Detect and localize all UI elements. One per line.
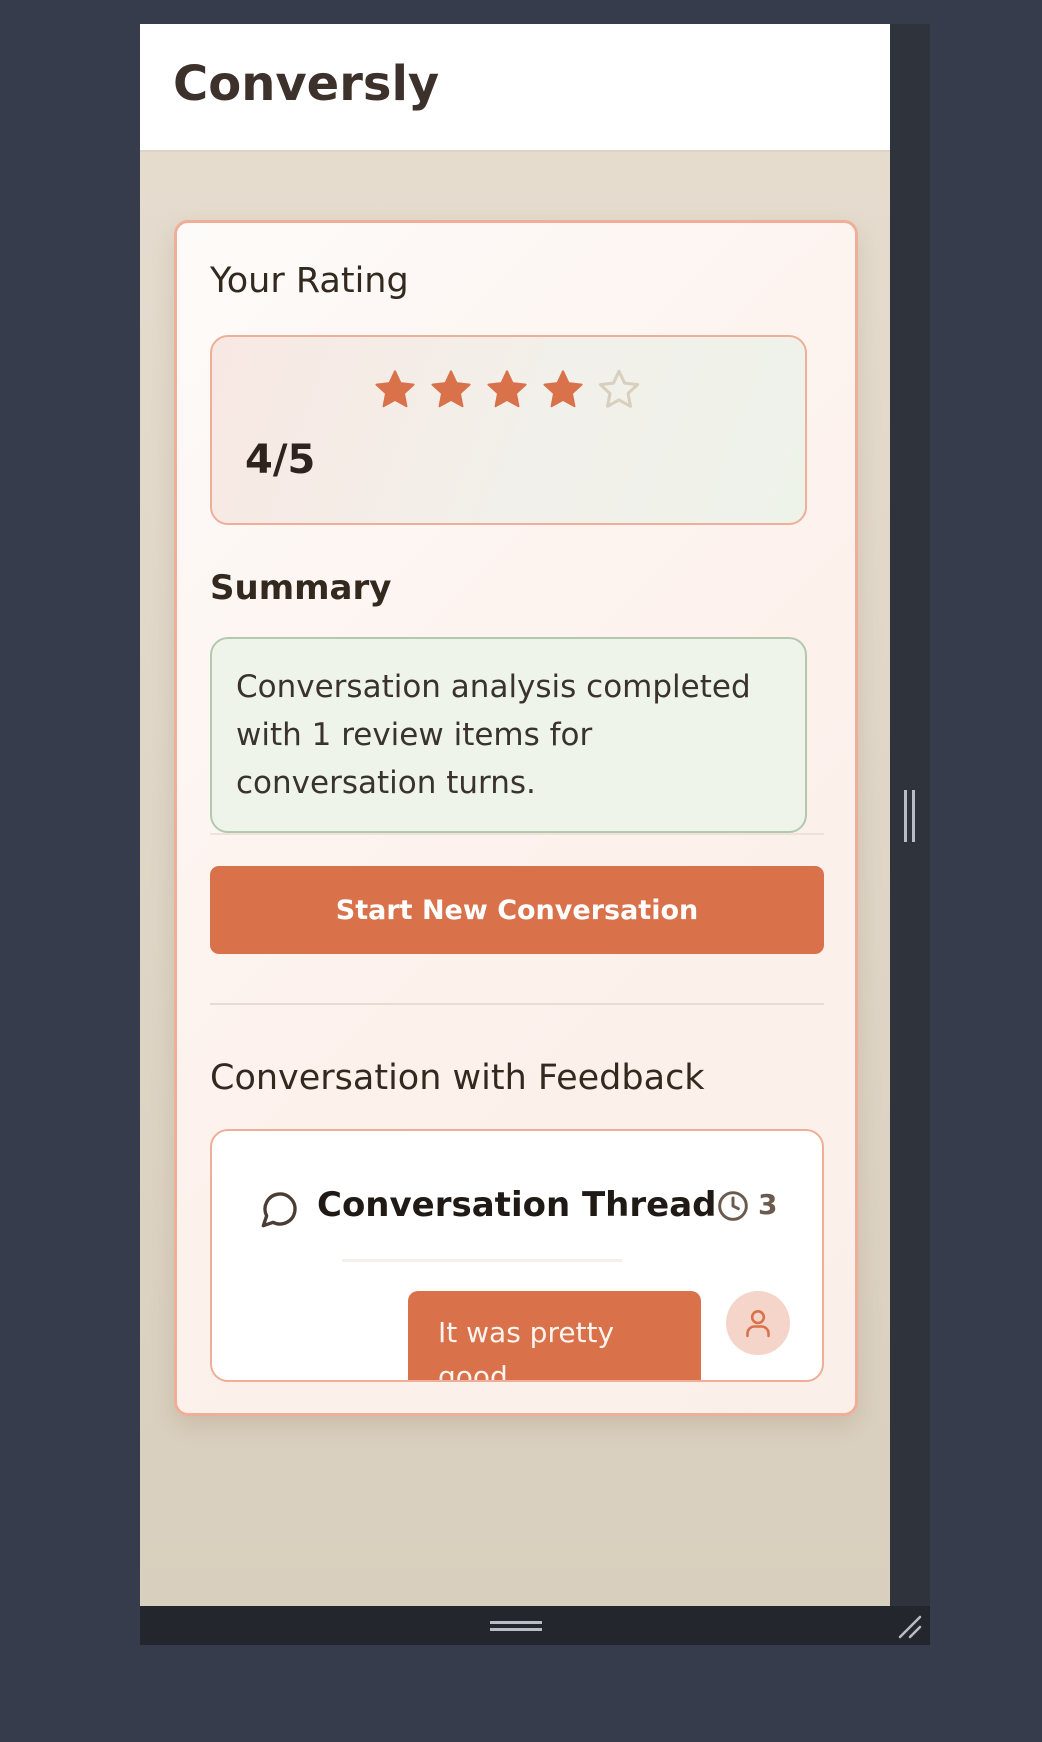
star-empty-icon[interactable] bbox=[596, 367, 642, 413]
rating-title: Your Rating bbox=[210, 261, 409, 301]
app-viewport: Conversly Your Rating 4/5 Summary Conver… bbox=[140, 24, 890, 1606]
summary-text: Conversation analysis completed with 1 r… bbox=[236, 669, 751, 801]
turn-count: 3 bbox=[758, 1188, 778, 1221]
user-icon bbox=[746, 1310, 770, 1338]
results-card: Your Rating 4/5 Summary Conversation ana… bbox=[174, 220, 858, 1416]
star-filled-icon[interactable] bbox=[428, 367, 474, 413]
device-frame: Conversly Your Rating 4/5 Summary Conver… bbox=[140, 24, 930, 1645]
app-title: Conversly bbox=[173, 56, 440, 112]
vertical-resize-handle[interactable] bbox=[904, 790, 918, 842]
divider bbox=[210, 1003, 824, 1005]
star-filled-icon[interactable] bbox=[540, 367, 586, 413]
avatar bbox=[726, 1291, 790, 1355]
thread-title: Conversation Thread bbox=[317, 1185, 717, 1225]
user-message-bubble: It was pretty good bbox=[408, 1291, 701, 1382]
thread-separator bbox=[342, 1259, 622, 1262]
rating-box: 4/5 bbox=[210, 335, 807, 525]
divider bbox=[210, 833, 824, 835]
summary-box: Conversation analysis completed with 1 r… bbox=[210, 637, 807, 833]
summary-title: Summary bbox=[210, 568, 392, 608]
resize-corner-icon[interactable] bbox=[897, 1614, 923, 1640]
feedback-title: Conversation with Feedback bbox=[210, 1058, 705, 1098]
conversation-thread-panel[interactable]: Conversation Thread 3 It was pretty good bbox=[210, 1129, 824, 1382]
speech-bubble-icon bbox=[261, 1192, 297, 1228]
horizontal-resize-handle[interactable] bbox=[490, 1621, 542, 1631]
rating-value: 4/5 bbox=[245, 437, 316, 483]
app-header: Conversly bbox=[140, 24, 890, 152]
star-filled-icon[interactable] bbox=[484, 367, 530, 413]
star-rating[interactable] bbox=[372, 367, 642, 413]
bottom-bar bbox=[140, 1606, 930, 1645]
message-text: It was pretty good bbox=[438, 1316, 615, 1382]
clock-icon bbox=[718, 1191, 748, 1221]
start-new-conversation-button[interactable]: Start New Conversation bbox=[210, 866, 824, 954]
star-filled-icon[interactable] bbox=[372, 367, 418, 413]
